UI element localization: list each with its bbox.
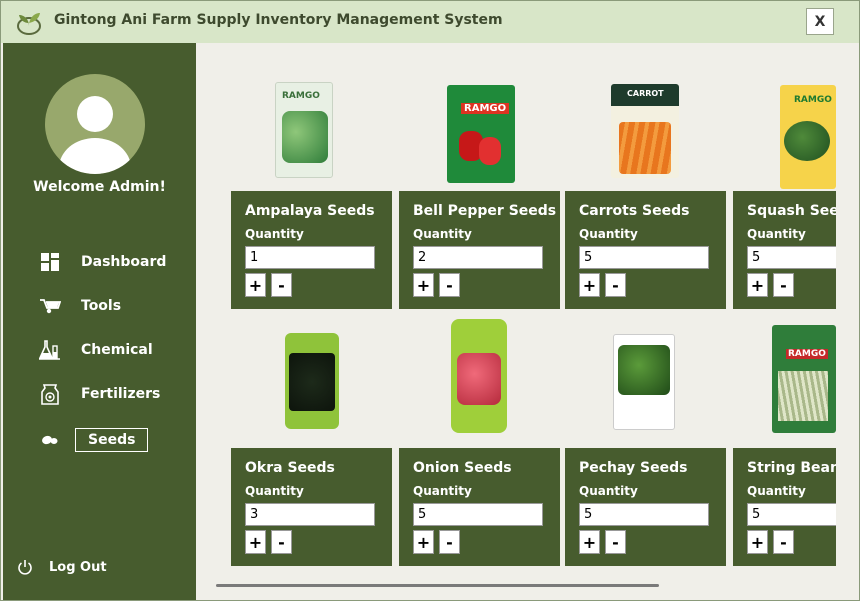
increment-button[interactable]: +	[579, 530, 600, 554]
product-grid: RAMGO RAMGO CARROT RAMGO Ampalaya Seeds …	[196, 43, 836, 578]
quantity-label: Quantity	[245, 484, 304, 498]
scrollbar-thumb[interactable]	[216, 584, 659, 587]
sidebar-item-label: Dashboard	[81, 254, 167, 270]
product-name: Squash Seeds	[747, 203, 836, 219]
increment-button[interactable]: +	[747, 530, 768, 554]
title-bar: Gintong Ani Farm Supply Inventory Manage…	[1, 1, 859, 43]
sidebar-item-tools[interactable]: Tools	[39, 293, 121, 319]
quantity-input[interactable]	[245, 246, 375, 269]
product-card: Bell Pepper Seeds Quantity + -	[399, 191, 560, 309]
quantity-input[interactable]	[579, 246, 709, 269]
quantity-label: Quantity	[413, 227, 472, 241]
wheelbarrow-icon	[39, 295, 61, 317]
quantity-input[interactable]	[747, 503, 836, 526]
increment-button[interactable]: +	[579, 273, 600, 297]
packet-brand: RAMGO	[794, 95, 832, 105]
product-card: Carrots Seeds Quantity + -	[565, 191, 726, 309]
chemical-icon	[39, 339, 61, 361]
decrement-button[interactable]: -	[439, 273, 460, 297]
seeds-icon	[39, 429, 61, 451]
logout-label: Log Out	[49, 559, 107, 575]
product-name: Ampalaya Seeds	[245, 203, 375, 219]
sidebar-item-label: Seeds	[75, 428, 149, 452]
avatar-body	[59, 138, 131, 174]
packet-brand: RAMGO	[786, 349, 828, 359]
sidebar-item-label: Tools	[81, 298, 122, 314]
decrement-button[interactable]: -	[773, 530, 794, 554]
logout-button[interactable]: Log Out	[17, 559, 107, 575]
product-name: Bell Pepper Seeds	[413, 203, 557, 219]
quantity-input[interactable]	[413, 503, 543, 526]
increment-button[interactable]: +	[245, 530, 266, 554]
decrement-button[interactable]: -	[773, 273, 794, 297]
packet-label: CARROT	[627, 89, 664, 98]
product-name: Onion Seeds	[413, 460, 512, 476]
product-name: Okra Seeds	[245, 460, 335, 476]
okra-packet-image	[284, 333, 340, 429]
quantity-label: Quantity	[579, 484, 638, 498]
sidebar-item-seeds[interactable]: Seeds	[39, 427, 149, 453]
dashboard-icon	[39, 251, 61, 273]
quantity-label: Quantity	[413, 484, 472, 498]
sidebar-item-label: Fertilizers	[81, 386, 161, 402]
sidebar-item-fertilizers[interactable]: Fertilizers	[39, 381, 160, 407]
welcome-text: Welcome Admin!	[33, 179, 166, 195]
increment-button[interactable]: +	[245, 273, 266, 297]
close-button[interactable]: X	[806, 8, 834, 35]
pechay-packet-image	[612, 333, 676, 431]
sidebar-item-chemical[interactable]: Chemical	[39, 337, 153, 363]
avatar-head	[77, 96, 113, 132]
decrement-button[interactable]: -	[271, 273, 292, 297]
onion-packet-image	[450, 318, 508, 434]
quantity-input[interactable]	[579, 503, 709, 526]
quantity-input[interactable]	[747, 246, 836, 269]
sprout-logo-icon	[17, 13, 41, 35]
bell-pepper-packet-image: RAMGO	[446, 85, 516, 183]
product-card: Pechay Seeds Quantity + -	[565, 448, 726, 566]
app-title: Gintong Ani Farm Supply Inventory Manage…	[54, 12, 503, 28]
decrement-button[interactable]: -	[439, 530, 460, 554]
packet-brand: RAMGO	[282, 91, 320, 101]
quantity-label: Quantity	[747, 484, 806, 498]
string-beans-packet-image: RAMGO	[772, 325, 836, 433]
quantity-label: Quantity	[245, 227, 304, 241]
product-card: Onion Seeds Quantity + -	[399, 448, 560, 566]
increment-button[interactable]: +	[413, 530, 434, 554]
fertilizer-bag-icon	[39, 383, 61, 405]
product-card: Ampalaya Seeds Quantity + -	[231, 191, 392, 309]
quantity-input[interactable]	[413, 246, 543, 269]
product-card: Okra Seeds Quantity + -	[231, 448, 392, 566]
product-card: String Beans Seeds Quantity + -	[733, 448, 836, 566]
sidebar-item-dashboard[interactable]: Dashboard	[39, 249, 166, 275]
sidebar-item-label: Chemical	[81, 342, 153, 358]
decrement-button[interactable]: -	[605, 273, 626, 297]
product-name: String Beans Seeds	[747, 460, 836, 476]
packet-brand: RAMGO	[461, 103, 510, 114]
power-icon	[18, 560, 32, 575]
decrement-button[interactable]: -	[271, 530, 292, 554]
product-name: Pechay Seeds	[579, 460, 688, 476]
increment-button[interactable]: +	[413, 273, 434, 297]
quantity-label: Quantity	[579, 227, 638, 241]
app-window: Gintong Ani Farm Supply Inventory Manage…	[0, 0, 860, 601]
ampalaya-packet-image: RAMGO	[274, 81, 334, 179]
product-card: Squash Seeds Quantity + -	[733, 191, 836, 309]
avatar	[45, 74, 145, 174]
product-name: Carrots Seeds	[579, 203, 690, 219]
increment-button[interactable]: +	[747, 273, 768, 297]
squash-packet-image: RAMGO	[780, 85, 836, 189]
quantity-input[interactable]	[245, 503, 375, 526]
carrots-packet-image: CARROT	[610, 83, 680, 179]
quantity-label: Quantity	[747, 227, 806, 241]
sidebar: Welcome Admin! Dashboard Tools Chemical …	[3, 43, 196, 600]
decrement-button[interactable]: -	[605, 530, 626, 554]
